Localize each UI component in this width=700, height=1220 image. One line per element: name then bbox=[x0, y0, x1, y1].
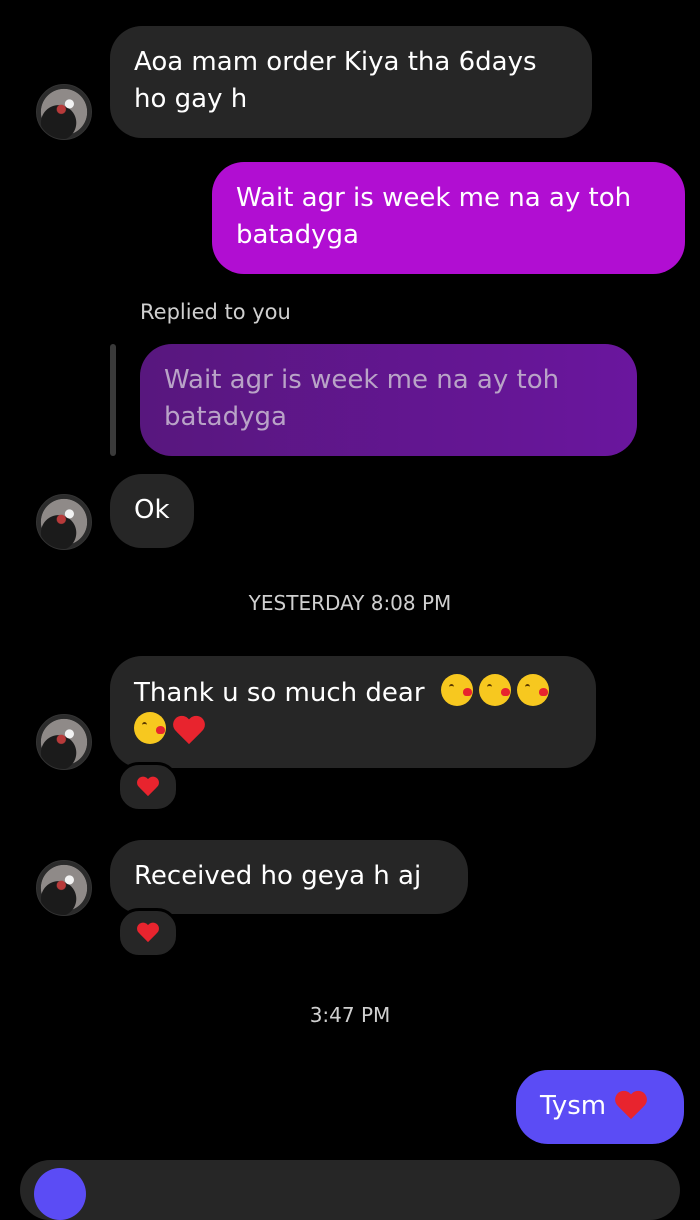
outgoing-message[interactable]: Wait agr is week me na ay toh batadyga bbox=[212, 162, 685, 274]
kissing-face-emoji bbox=[440, 674, 473, 706]
contact-avatar[interactable] bbox=[36, 860, 92, 916]
timestamp: YESTERDAY 8:08 PM bbox=[248, 591, 452, 615]
message-composer[interactable] bbox=[20, 1160, 680, 1220]
message-text: Ok bbox=[134, 495, 170, 525]
reply-indicator-bar bbox=[110, 344, 116, 456]
message-text: Aoa mam order Kiya tha 6days ho gay h bbox=[134, 47, 537, 114]
heart-icon bbox=[137, 777, 159, 797]
contact-avatar[interactable] bbox=[36, 714, 92, 770]
incoming-message[interactable]: Ok bbox=[110, 474, 194, 548]
message-text: Tysm bbox=[540, 1091, 607, 1121]
contact-avatar[interactable] bbox=[36, 84, 92, 140]
heart-reaction[interactable] bbox=[117, 908, 179, 958]
kissing-face-emoji bbox=[516, 674, 549, 706]
message-text: Wait agr is week me na ay toh batadyga bbox=[236, 183, 632, 250]
message-text: Received ho geya h aj bbox=[134, 861, 422, 891]
kissing-face-emoji bbox=[478, 674, 511, 706]
timestamp: 3:47 PM bbox=[309, 1003, 391, 1027]
message-text: Thank u so much dear bbox=[134, 678, 425, 708]
contact-avatar[interactable] bbox=[36, 494, 92, 550]
incoming-message[interactable]: Aoa mam order Kiya tha 6days ho gay h bbox=[110, 26, 592, 138]
quoted-text: Wait agr is week me na ay toh batadyga bbox=[164, 365, 560, 432]
outgoing-message[interactable]: Tysm bbox=[516, 1070, 684, 1144]
incoming-message[interactable]: Received ho geya h aj bbox=[110, 840, 468, 914]
kissing-face-emoji bbox=[134, 712, 166, 744]
replied-to-label: Replied to you bbox=[140, 300, 291, 324]
camera-button[interactable] bbox=[34, 1168, 86, 1220]
red-heart-emoji bbox=[615, 1092, 647, 1121]
quoted-message[interactable]: Wait agr is week me na ay toh batadyga bbox=[140, 344, 637, 456]
heart-icon bbox=[137, 923, 159, 943]
heart-reaction[interactable] bbox=[117, 762, 179, 812]
red-heart-emoji bbox=[173, 717, 205, 746]
incoming-message[interactable]: Thank u so much dear bbox=[110, 656, 596, 768]
